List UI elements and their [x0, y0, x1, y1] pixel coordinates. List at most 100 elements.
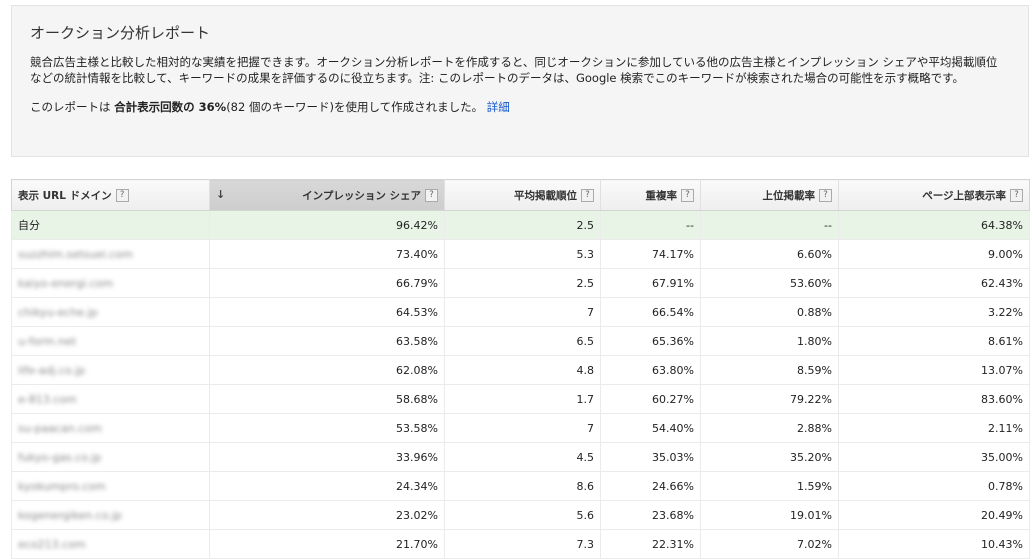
cell-avg-position: 4.8: [444, 355, 601, 385]
help-icon[interactable]: ?: [115, 189, 129, 202]
cell-position-above-rate: 19.01%: [700, 500, 839, 530]
cell-position-above-rate: --: [700, 210, 839, 240]
cell-avg-position: 5.3: [444, 239, 601, 269]
metric-value: 1.80%: [797, 334, 832, 348]
metric-value: 2.5: [576, 218, 595, 232]
metric-value: 2.5: [576, 276, 595, 290]
report-title: オークション分析レポート: [30, 24, 211, 42]
domain-label: 自分: [18, 219, 40, 232]
auction-insights-table: 表示 URL ドメイン? ↓ インプレッション シェア? 平均掲載順位? 重複率…: [11, 179, 1030, 559]
cell-domain: kaiyo-energi.com: [11, 268, 210, 298]
domain-label: kogenergiken.co.jp: [18, 508, 122, 522]
metric-value: --: [824, 218, 832, 232]
help-icon[interactable]: ?: [581, 189, 594, 202]
metric-value: 33.96%: [396, 450, 438, 464]
column-header-label: 上位掲載率: [762, 189, 816, 202]
metric-value: 63.80%: [652, 363, 694, 377]
summary-prefix: このレポートは: [30, 100, 111, 114]
metric-value: 19.01%: [790, 508, 832, 522]
domain-label: eco213.com: [18, 537, 86, 551]
metric-value: 20.49%: [981, 508, 1023, 522]
metric-value: --: [686, 218, 694, 232]
cell-domain: u-form.net: [11, 326, 210, 356]
metric-value: 53.58%: [396, 421, 438, 435]
help-icon[interactable]: ?: [819, 189, 832, 202]
metric-value: 7.02%: [797, 537, 832, 551]
metric-value: 23.02%: [396, 508, 438, 522]
cell-avg-position: 6.5: [444, 326, 601, 356]
metric-value: 2.88%: [797, 421, 832, 435]
cell-domain: fukyo-gas.co.jp: [11, 442, 210, 472]
cell-avg-position: 7: [444, 297, 601, 327]
cell-top-of-page-rate: 83.60%: [838, 384, 1030, 414]
sort-descending-icon: ↓: [216, 188, 226, 201]
column-header-domain[interactable]: 表示 URL ドメイン?: [11, 179, 210, 211]
table-row: kogenergiken.co.jp 23.02% 5.6 23.68% 19.01% 2…: [11, 500, 1030, 530]
table-row: kyokumpro.com 24.34% 8.6 24.66% 1.59% 0.78%: [11, 471, 1030, 501]
domain-label: e-813.com: [18, 392, 77, 406]
cell-top-of-page-rate: 2.11%: [838, 413, 1030, 443]
metric-value: 62.43%: [981, 276, 1023, 290]
metric-value: 2.11%: [988, 421, 1023, 435]
metric-value: 83.60%: [981, 392, 1023, 406]
cell-impression-share: 73.40%: [209, 239, 445, 269]
cell-overlap-rate: 35.03%: [600, 442, 701, 472]
metric-value: 8.61%: [988, 334, 1023, 348]
cell-overlap-rate: 60.27%: [600, 384, 701, 414]
cell-domain: life-adj.co.jp: [11, 355, 210, 385]
domain-label: kaiyo-energi.com: [18, 276, 114, 290]
details-link[interactable]: 詳細: [487, 100, 510, 114]
help-icon[interactable]: ?: [425, 189, 438, 202]
cell-avg-position: 1.7: [444, 384, 601, 414]
metric-value: 67.91%: [652, 276, 694, 290]
domain-label: u-form.net: [18, 334, 77, 348]
cell-avg-position: 8.6: [444, 471, 601, 501]
metric-value: 7: [587, 421, 594, 435]
metric-value: 65.36%: [652, 334, 694, 348]
cell-top-of-page-rate: 3.22%: [838, 297, 1030, 327]
cell-avg-position: 5.6: [444, 500, 601, 530]
column-header-label: 重複率: [645, 189, 678, 202]
domain-label: fukyo-gas.co.jp: [18, 450, 102, 464]
cell-position-above-rate: 35.20%: [700, 442, 839, 472]
metric-value: 13.07%: [981, 363, 1023, 377]
metric-value: 8.59%: [797, 363, 832, 377]
cell-top-of-page-rate: 62.43%: [838, 268, 1030, 298]
column-header-position-above-rate[interactable]: 上位掲載率?: [700, 179, 839, 211]
column-header-label: 表示 URL ドメイン: [18, 189, 112, 202]
cell-top-of-page-rate: 8.61%: [838, 326, 1030, 356]
metric-value: 9.00%: [988, 247, 1023, 261]
cell-position-above-rate: 0.88%: [700, 297, 839, 327]
cell-avg-position: 2.5: [444, 268, 601, 298]
cell-avg-position: 7: [444, 413, 601, 443]
column-header-avg-position[interactable]: 平均掲載順位?: [444, 179, 601, 211]
table-row: chikyu-eche.jp 64.53% 7 66.54% 0.88% 3.22%: [11, 297, 1030, 327]
help-icon[interactable]: ?: [1010, 189, 1023, 202]
cell-avg-position: 4.5: [444, 442, 601, 472]
domain-label: life-adj.co.jp: [18, 363, 86, 377]
metric-value: 0.78%: [988, 479, 1023, 493]
metric-value: 7.3: [576, 537, 595, 551]
metric-value: 21.70%: [396, 537, 438, 551]
metric-value: 24.66%: [652, 479, 694, 493]
metric-value: 35.20%: [790, 450, 832, 464]
cell-top-of-page-rate: 9.00%: [838, 239, 1030, 269]
cell-impression-share: 58.68%: [209, 384, 445, 414]
metric-value: 0.88%: [797, 305, 832, 319]
metric-value: 74.17%: [652, 247, 694, 261]
column-header-impression-share[interactable]: ↓ インプレッション シェア?: [209, 179, 445, 211]
metric-value: 96.42%: [396, 218, 438, 232]
help-icon[interactable]: ?: [681, 189, 694, 202]
report-info-panel: オークション分析レポート 競合広告主様と比較した相対的な実績を把握できます。オー…: [11, 5, 1029, 157]
cell-overlap-rate: 65.36%: [600, 326, 701, 356]
cell-impression-share: 96.42%: [209, 210, 445, 240]
column-header-overlap-rate[interactable]: 重複率?: [600, 179, 701, 211]
metric-value: 4.8: [576, 363, 595, 377]
column-header-top-of-page-rate[interactable]: ページ上部表示率?: [838, 179, 1030, 211]
table-row: e-813.com 58.68% 1.7 60.27% 79.22% 83.60%: [11, 384, 1030, 414]
table-header-row: 表示 URL ドメイン? ↓ インプレッション シェア? 平均掲載順位? 重複率…: [11, 179, 1030, 211]
column-header-label: インプレッション シェア: [302, 189, 421, 202]
metric-value: 22.31%: [652, 537, 694, 551]
summary-bold: 合計表示回数の 36%: [114, 100, 227, 114]
table-row: su-paacan.com 53.58% 7 54.40% 2.88% 2.11%: [11, 413, 1030, 443]
